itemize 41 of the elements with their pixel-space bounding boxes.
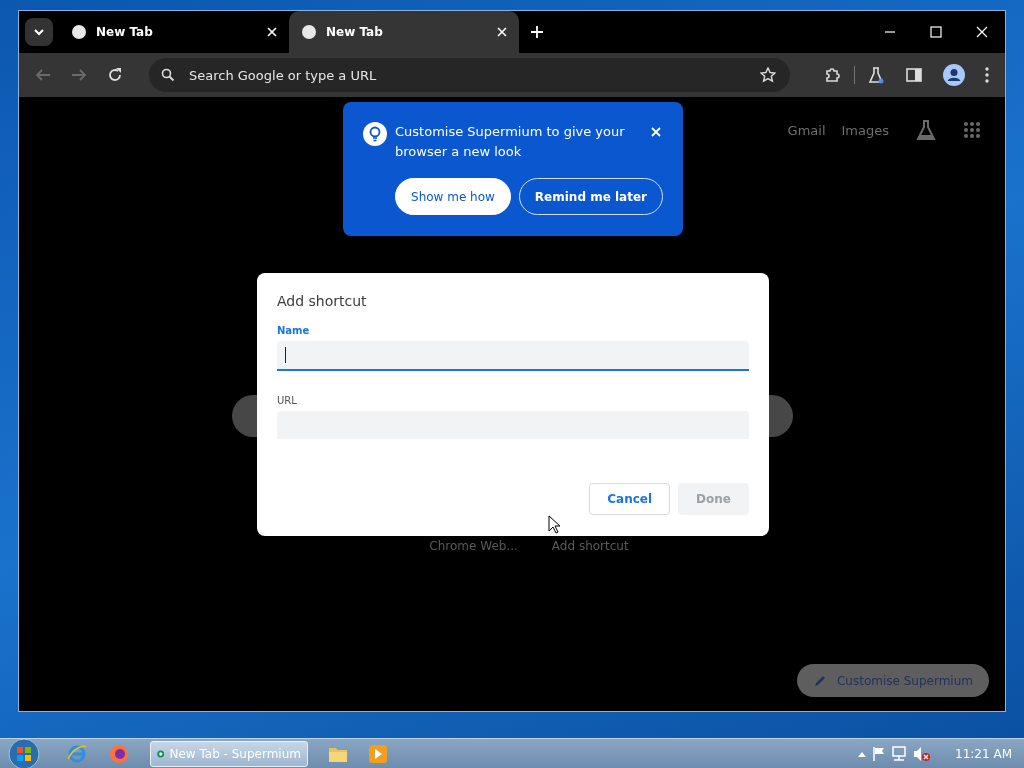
close-tab-icon[interactable] (497, 27, 507, 37)
puzzle-piece-icon[interactable] (824, 66, 842, 84)
chevron-down-icon (33, 26, 45, 38)
muted-speaker-icon[interactable] (913, 745, 932, 762)
browser-tab[interactable]: New Tab (289, 11, 519, 53)
flask-icon[interactable] (915, 119, 937, 141)
play-icon[interactable] (368, 743, 388, 764)
header-link[interactable]: Images (841, 122, 889, 138)
field-label: Name (277, 325, 311, 336)
pencil-icon (812, 673, 827, 688)
clock: 11:21 AM (955, 746, 1012, 761)
tab-title: New Tab (96, 25, 154, 39)
star-icon[interactable] (760, 67, 776, 83)
new-tab-icon[interactable] (531, 26, 543, 38)
dialog-button[interactable]: Cancel (589, 483, 671, 515)
start-orb-icon[interactable] (8, 737, 40, 768)
promo-message: Customise Supermium to give your browser a new look (395, 123, 625, 161)
close-icon[interactable] (651, 127, 661, 137)
search-icon (161, 68, 175, 82)
apps-grid-icon[interactable] (963, 121, 981, 139)
menu-icon[interactable] (985, 67, 989, 83)
fox-globe-icon[interactable] (108, 742, 130, 765)
reload-icon[interactable] (107, 67, 123, 83)
tab-search-button[interactable] (25, 18, 53, 46)
dialog-title: Add shortcut (277, 293, 368, 309)
address-bar[interactable]: Search Google or type a URL (149, 58, 790, 92)
maximize-icon[interactable] (930, 26, 942, 38)
profile-icon[interactable] (943, 64, 965, 86)
shortcut-label[interactable]: Chrome Web... (429, 539, 518, 553)
lightbulb-icon (363, 122, 387, 146)
promo-button[interactable]: Show me how (395, 178, 511, 215)
close-tab-icon[interactable] (267, 27, 277, 37)
window-title: New Tab - Supermium (169, 746, 301, 761)
field-label: URL (277, 395, 298, 406)
tab-title: New Tab (326, 25, 384, 39)
shortcut-label[interactable]: Add shortcut (551, 539, 629, 553)
close-icon[interactable] (976, 26, 988, 38)
browser-tab[interactable]: New Tab (59, 11, 289, 53)
side-panel-icon[interactable] (905, 66, 923, 84)
header-link[interactable]: Gmail (787, 122, 826, 138)
text-field[interactable] (277, 341, 749, 371)
